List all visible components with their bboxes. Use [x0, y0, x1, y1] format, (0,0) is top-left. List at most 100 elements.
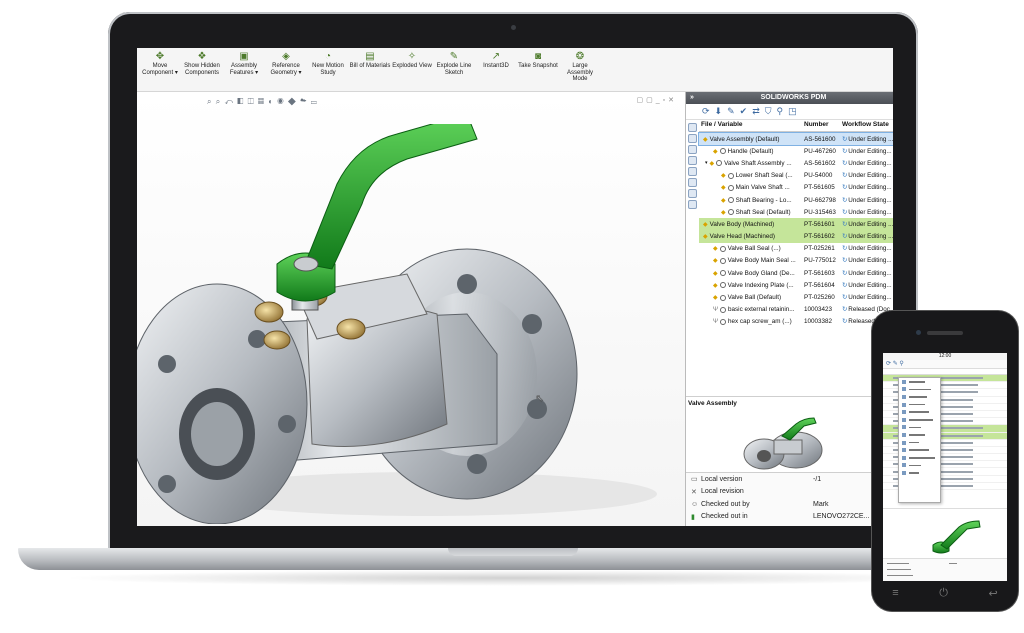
- menu-item[interactable]: [899, 386, 940, 394]
- menu-item[interactable]: [899, 393, 940, 401]
- table-row[interactable]: ◆ Handle (Default) PU-467260 ↻Under Editing…: [699, 145, 893, 157]
- bill-of-materials-button[interactable]: ▤ Bill of Materials: [349, 48, 391, 91]
- menu-item[interactable]: [899, 424, 940, 432]
- table-row[interactable]: Ψbasic external retainin... 10003423 ↻Rele…: [699, 304, 893, 316]
- column-header-workflow-state[interactable]: Workflow State: [842, 121, 893, 131]
- table-row[interactable]: ◆ Valve Body (Machined) PT-561601 ↻Under Ed…: [699, 218, 893, 231]
- refresh-icon[interactable]: ⟳: [886, 361, 891, 367]
- display-style-icon[interactable]: ◐: [268, 97, 274, 106]
- new-motion-study-button[interactable]: ◔ New Motion Study: [307, 48, 349, 91]
- hide-show-items-icon[interactable]: ◉: [277, 97, 284, 106]
- filter-icon[interactable]: ⛉: [765, 106, 772, 117]
- part-icon: ◆: [721, 197, 726, 204]
- previous-view-icon[interactable]: ↶: [224, 97, 234, 106]
- view-settings-icon[interactable]: ▭: [311, 97, 318, 106]
- column-header-number[interactable]: Number: [804, 121, 842, 131]
- large-assembly-mode-button[interactable]: ❂ Large Assembly Mode: [559, 48, 601, 91]
- section-view-icon[interactable]: ◧: [237, 97, 244, 106]
- graphics-viewport[interactable]: ⌕ ⌕ ↶ ◧ ◫ ▦ ◐ ◉ ◆ ☁ ▭ ▢▢_▫✕ ⇖: [137, 92, 685, 526]
- table-row[interactable]: ◆ Valve Head (Machined) PT-561602 ↻Under Ed…: [699, 230, 893, 243]
- home-icon[interactable]: ⏻: [939, 587, 948, 600]
- menu-icon[interactable]: ≡: [892, 587, 898, 599]
- get-version-icon[interactable]: ⬇: [715, 106, 723, 117]
- assembly-features-button[interactable]: ▣ Assembly Features ▾: [223, 48, 265, 91]
- edit-appearance-icon[interactable]: ◆: [288, 97, 297, 106]
- expand-chevron-icon[interactable]: ▾: [705, 160, 708, 166]
- search-icon[interactable]: ⚲: [777, 106, 784, 117]
- custom-properties-tab-icon[interactable]: [687, 189, 697, 198]
- table-row[interactable]: ◆ Main Valve Shaft ... PT-561605 ↻Under Edi…: [699, 182, 893, 194]
- appearances-tab-icon[interactable]: [687, 178, 697, 187]
- menu-item[interactable]: [899, 454, 940, 462]
- home-tab-icon[interactable]: [687, 123, 697, 132]
- back-icon[interactable]: ↩: [988, 587, 997, 600]
- forum-tab-icon[interactable]: [687, 200, 697, 209]
- menu-item[interactable]: [899, 408, 940, 416]
- instant3d-button[interactable]: ↗ Instant3D: [475, 48, 517, 91]
- menu-item[interactable]: [899, 469, 940, 477]
- resources-tab-icon[interactable]: [687, 134, 697, 143]
- zoom-to-fit-icon[interactable]: ⌕: [207, 97, 212, 106]
- pdm-tab-icon[interactable]: [687, 167, 697, 176]
- menu-item[interactable]: [899, 439, 940, 447]
- change-state-icon[interactable]: ⇄: [752, 106, 760, 117]
- close-icon[interactable]: ✕: [668, 97, 677, 104]
- split-icon[interactable]: ▢: [646, 97, 656, 104]
- menu-item[interactable]: [899, 431, 940, 439]
- menu-item[interactable]: [899, 378, 940, 386]
- move-component-button[interactable]: ✥ Move Component ▾: [139, 48, 181, 91]
- check-out-icon[interactable]: ✎: [727, 106, 735, 117]
- checked-out-badge-icon: [727, 172, 734, 179]
- table-row[interactable]: ◆ Valve Assembly (Default) AS-561600 ↻Under…: [698, 131, 893, 147]
- pane-divider[interactable]: [686, 396, 893, 397]
- table-row[interactable]: ▾ ◆ Valve Shaft Assembly ... AS-561602 ↻Unde…: [699, 157, 893, 169]
- phone-status-bar: 12:00: [883, 353, 1007, 360]
- mouse-cursor-icon: ⇖: [535, 393, 545, 405]
- search-icon[interactable]: ⚲: [899, 361, 903, 367]
- zoom-area-icon[interactable]: ⌕: [216, 97, 221, 106]
- take-snapshot-button[interactable]: ◙ Take Snapshot: [517, 48, 559, 91]
- part-icon: ◆: [713, 246, 718, 253]
- menu-item[interactable]: [899, 462, 940, 470]
- view-icon[interactable]: ◳: [788, 106, 797, 117]
- table-row[interactable]: ◆ Valve Body Main Seal ... PU-775012 ↻Under…: [699, 255, 893, 267]
- table-row[interactable]: ◆ Shaft Bearing - Lo... PU-662798 ↻Under Ed…: [699, 194, 893, 206]
- file-explorer-tab-icon[interactable]: [687, 156, 697, 165]
- show-hidden-components-button[interactable]: ❖ Show Hidden Components: [181, 48, 223, 91]
- phone-navigation-bar: ≡ ⏻ ↩: [872, 581, 1018, 605]
- table-row[interactable]: ◆ Valve Body Gland (De... PT-561603 ↻Under …: [699, 267, 893, 279]
- menu-item[interactable]: [899, 401, 940, 409]
- table-row[interactable]: ◆ Valve Indexing Plate (... PT-561604 ↻Unde…: [699, 279, 893, 291]
- preview-title: Valve Assembly: [688, 400, 737, 407]
- menu-item[interactable]: [899, 416, 940, 424]
- table-row[interactable]: Ψhex cap screw_am (...) 10003382 ↻Released…: [699, 316, 893, 328]
- table-row[interactable]: ◆ Valve Ball (Default) PT-025260 ↻Under Edi…: [699, 291, 893, 303]
- menu-item[interactable]: [899, 446, 940, 454]
- list-item: ☺ Checked out by Mark: [691, 500, 829, 508]
- explode-line-sketch-button[interactable]: ✎ Explode Line Sketch: [433, 48, 475, 91]
- assembly-features-icon: ▣: [239, 51, 249, 62]
- part-icon: ◆: [703, 221, 708, 228]
- heads-up-toolbar[interactable]: ⌕ ⌕ ↶ ◧ ◫ ▦ ◐ ◉ ◆ ☁ ▭: [207, 97, 318, 107]
- view-orientation-icon[interactable]: ▦: [258, 97, 265, 106]
- checked-out-badge-icon: [719, 282, 726, 289]
- tile-icon[interactable]: ▢: [636, 97, 646, 104]
- workflow-state-icon: ↻: [842, 233, 848, 241]
- reference-geometry-button[interactable]: ◈ Reference Geometry ▾: [265, 48, 307, 91]
- exploded-view-icon: ✧: [407, 51, 417, 62]
- table-row[interactable]: ◆ Valve Ball Seal (...) PT-025261 ↻Under Ed…: [699, 243, 893, 255]
- check-out-icon[interactable]: ✎: [893, 361, 898, 367]
- minimize-icon[interactable]: _: [656, 97, 663, 104]
- table-row[interactable]: ◆ Shaft Seal (Default) PU-315463 ↻Under Edi…: [699, 206, 893, 218]
- column-header-file[interactable]: File / Variable: [699, 121, 804, 131]
- apply-scene-icon[interactable]: ☁: [300, 97, 307, 106]
- design-library-tab-icon[interactable]: [687, 145, 697, 154]
- refresh-icon[interactable]: ⟳: [702, 106, 710, 117]
- computer-icon: ▮: [691, 513, 695, 521]
- dynamic-annotation-icon[interactable]: ◫: [248, 97, 255, 106]
- table-row[interactable]: ◆ Lower Shaft Seal (... PU-54000 ↻Under Edi…: [699, 170, 893, 182]
- check-in-icon[interactable]: ✔: [740, 106, 748, 117]
- exploded-view-button[interactable]: ✧ Exploded View: [391, 48, 433, 91]
- part-icon: ◆: [721, 173, 726, 180]
- checked-out-badge-icon: [719, 148, 726, 155]
